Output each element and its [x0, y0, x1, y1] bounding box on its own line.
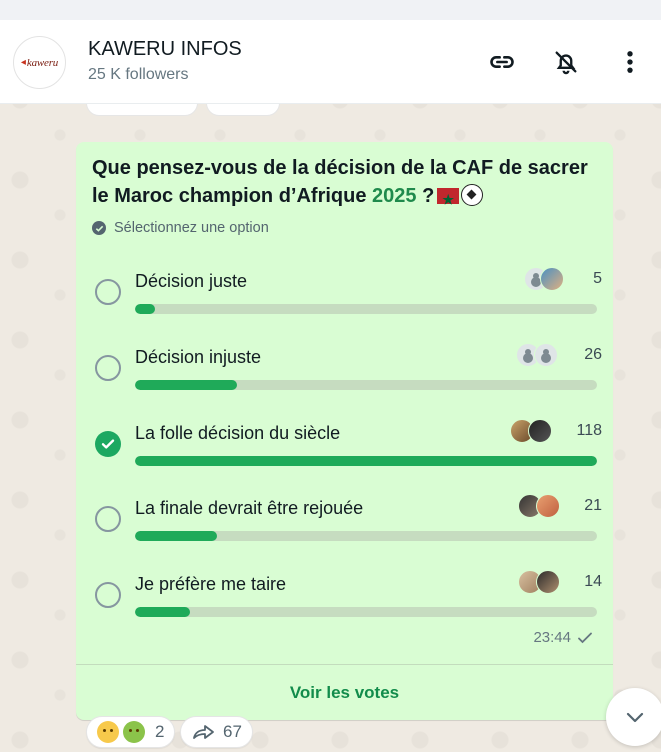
soccer-ball-icon — [461, 184, 484, 206]
option-label: Décision injuste — [135, 347, 262, 367]
forward-count: 67 — [223, 722, 242, 741]
scroll-to-bottom-button[interactable] — [606, 688, 661, 746]
option-progress-track — [135, 380, 597, 390]
option-vote-count: 118 — [576, 422, 602, 439]
logo-mark-icon: ◂ — [20, 57, 26, 68]
channel-header: ◂ kaweru KAWERU INFOS 25 K followers — [0, 20, 661, 104]
option-radio[interactable] — [95, 355, 121, 381]
option-progress-fill — [135, 380, 237, 390]
poll-message-bubble: Que pensez-vous de la décision de la CAF… — [76, 142, 613, 720]
message-meta: 23:44 — [533, 629, 593, 646]
option-label: Je préfère me taire — [135, 574, 287, 594]
voter-avatars — [500, 494, 560, 518]
option-progress-track — [135, 531, 597, 541]
option-vote-count: 21 — [584, 497, 602, 514]
checkmark-icon — [101, 439, 115, 449]
option-label: La folle décision du siècle — [135, 423, 341, 443]
option-radio-checked[interactable] — [95, 431, 121, 457]
poll-question: Que pensez-vous de la décision de la CAF… — [92, 154, 602, 214]
more-options-button[interactable] — [612, 44, 648, 80]
select-hint: Sélectionnez une option — [92, 220, 269, 236]
voter-avatars — [500, 343, 560, 367]
see-votes-button[interactable]: Voir les votes — [76, 665, 613, 720]
option-vote-count: 5 — [593, 270, 602, 287]
channel-name[interactable]: KAWERU INFOS — [88, 38, 242, 61]
poll-option[interactable]: Décision injuste 26 — [92, 342, 602, 402]
voter-avatar — [534, 343, 558, 367]
morocco-flag-icon — [437, 186, 460, 214]
disappointed-face-icon — [97, 721, 119, 743]
avatar-brand: kaweru — [26, 56, 59, 69]
forwards-pill[interactable]: 67 — [180, 716, 253, 748]
sent-check-icon — [578, 632, 592, 643]
voter-avatar — [536, 494, 560, 518]
option-vote-count: 26 — [584, 346, 602, 363]
reaction-count: 2 — [155, 722, 165, 741]
reactions-pill[interactable]: 2 — [86, 716, 176, 748]
option-label: La finale devrait être rejouée — [135, 498, 364, 518]
link-icon — [490, 56, 514, 68]
option-progress-fill — [135, 531, 218, 541]
mute-button[interactable] — [548, 44, 584, 80]
voter-avatar — [536, 570, 560, 594]
nauseated-face-icon — [123, 721, 145, 743]
channel-avatar[interactable]: ◂ kaweru — [13, 36, 66, 89]
poll-option[interactable]: La finale devrait être rejouée 21 — [92, 493, 602, 553]
option-progress-fill — [135, 304, 155, 314]
poll-question-year: 2025 — [372, 185, 417, 207]
poll-option[interactable]: La folle décision du siècle 118 — [92, 418, 602, 478]
voter-avatars — [500, 419, 560, 443]
message-time: 23:44 — [533, 629, 571, 646]
option-vote-count: 14 — [584, 573, 602, 590]
select-hint-text: Sélectionnez une option — [114, 220, 269, 236]
option-progress-track — [135, 304, 597, 314]
more-vert-icon — [627, 51, 633, 73]
option-label: Décision juste — [135, 271, 248, 291]
voter-avatars — [500, 267, 564, 291]
option-progress-track — [135, 607, 597, 617]
top-strip — [0, 0, 661, 20]
poll-option[interactable]: Je préfère me taire 14 — [92, 569, 602, 629]
followers-count: 25 K followers — [88, 66, 189, 83]
option-radio[interactable] — [95, 506, 121, 532]
option-progress-track — [135, 456, 597, 466]
poll-question-suffix: ? — [416, 185, 435, 207]
link-button[interactable] — [484, 44, 520, 80]
voter-avatar — [540, 267, 564, 291]
option-radio[interactable] — [95, 279, 121, 305]
voter-avatars — [500, 570, 560, 594]
forward-icon — [193, 725, 214, 739]
bell-off-icon — [555, 51, 577, 75]
poll-question-text: Que pensez-vous de la décision de la CAF… — [92, 157, 588, 207]
poll-option[interactable]: Décision juste 5 — [92, 266, 602, 326]
voter-avatar — [528, 419, 552, 443]
option-progress-fill — [135, 607, 190, 617]
option-progress-fill — [135, 456, 597, 466]
option-radio[interactable] — [95, 582, 121, 608]
check-circle-icon — [92, 221, 106, 235]
chevron-down-icon — [626, 712, 644, 723]
